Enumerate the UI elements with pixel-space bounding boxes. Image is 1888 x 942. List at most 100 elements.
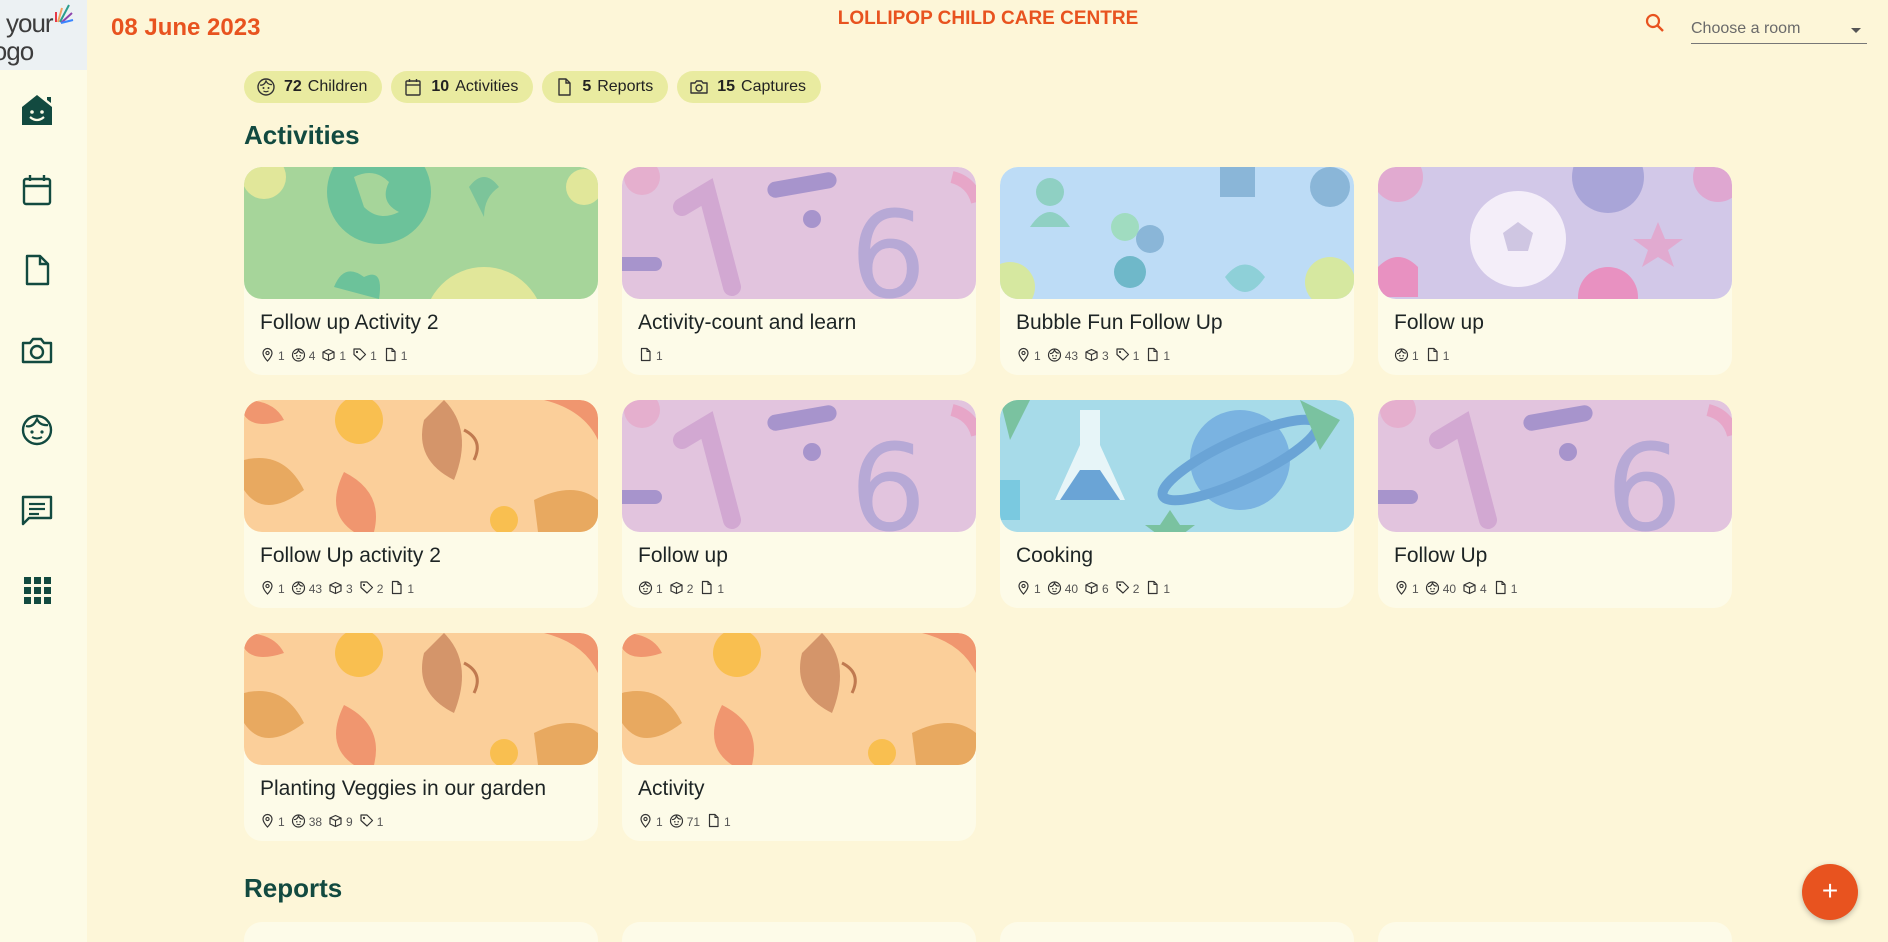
child-face-icon [638,580,653,598]
activity-card[interactable]: Cooking 1 40 6 2 1 [1000,400,1354,608]
meta-item: 2 [1115,580,1140,598]
meta-value: 1 [339,349,347,363]
meta-value: 1 [400,349,408,363]
activity-card-title: Activity [638,777,705,800]
meta-item: 1 [352,347,377,365]
meta-item: 1 [638,813,663,831]
activities-heading: Activities [244,120,360,150]
nav-apps-grid-icon[interactable] [19,572,55,608]
activity-card-image [1000,167,1354,299]
meta-value: 4 [1480,582,1487,596]
activity-card[interactable]: Follow Up activity 2 1 43 3 2 1 [244,400,598,608]
document-icon [383,347,398,365]
location-icon [260,813,275,831]
meta-item: 3 [328,580,353,598]
meta-item: 1 [1016,347,1041,365]
activity-card-title: Activity-count and learn [638,311,857,334]
child-face-icon [669,813,684,831]
sidebar: your logo here [0,0,87,942]
meta-item: 43 [291,580,322,598]
meta-value: 40 [1442,582,1457,596]
activity-card-meta: 1 4 1 1 1 [260,347,407,365]
activity-card-title: Follow up [638,544,728,567]
meta-value: 43 [1064,349,1079,363]
meta-value: 1 [724,815,731,829]
activity-card[interactable]: 6 Activity-count and learn 1 [622,167,976,375]
nav-document-icon[interactable] [19,252,55,288]
meta-value: 4 [308,349,316,363]
box-icon [328,580,343,598]
meta-value: 2 [686,582,694,596]
meta-value: 1 [656,815,663,829]
meta-item: 1 [1115,347,1139,365]
location-icon [1016,347,1031,365]
chip-count: 5 [582,78,592,95]
chip-reports[interactable]: 5 Reports [542,71,669,103]
nav-message-icon[interactable] [19,492,55,528]
meta-item: 1 [1493,580,1517,598]
activity-card-title: Follow up [1394,311,1484,334]
chip-captures[interactable]: 15 Captures [677,71,821,103]
nav-children-icon[interactable] [19,412,55,448]
nav-home-icon[interactable] [19,92,55,128]
activity-card-meta: 1 38 9 1 [260,813,383,831]
tag-icon [1115,580,1130,598]
meta-item: 1 [359,813,383,831]
activity-card-title: Bubble Fun Follow Up [1016,311,1223,334]
child-face-icon [291,580,306,598]
activity-card-image [1378,167,1732,299]
child-face-icon [257,78,275,96]
activity-card-title: Follow Up activity 2 [260,544,441,567]
meta-item: 1 [638,580,663,598]
room-select-placeholder: Choose a room [1691,20,1801,37]
chip-activities[interactable]: 10 Activities [391,71,534,103]
meta-item: 1 [638,347,663,365]
activity-card-image [244,633,598,765]
meta-value: 43 [308,582,323,596]
activity-card[interactable]: Activity 1 71 1 [622,633,976,841]
meta-value: 1 [717,582,725,596]
chip-label: Reports [597,78,654,95]
svg-text:6: 6 [1606,420,1682,532]
activity-card-image: 6 [622,400,976,532]
activity-card[interactable]: Follow up 1 1 [1378,167,1732,375]
meta-value: 6 [1102,582,1109,596]
meta-value: 40 [1064,582,1079,596]
activity-card-meta: 1 2 1 [638,580,724,598]
nav-calendar-icon[interactable] [19,172,55,208]
report-card[interactable] [244,922,598,942]
meta-value: 1 [1412,349,1419,363]
meta-value: 3 [346,582,353,596]
tag-icon [352,347,367,365]
activity-card-title: Follow up Activity 2 [260,311,439,334]
search-icon[interactable] [1644,12,1666,34]
meta-value: 1 [1163,349,1171,363]
activity-card-meta: 1 40 6 2 1 [1016,580,1170,598]
activity-card-title: Planting Veggies in our garden [260,777,547,800]
add-button[interactable]: + [1802,864,1858,920]
meta-item: 1 [699,580,724,598]
report-card[interactable] [622,922,976,942]
child-face-icon [291,347,306,365]
document-icon [558,78,572,96]
meta-item: 1 [1394,347,1419,365]
meta-value: 1 [278,815,285,829]
chip-count: 72 [284,78,302,95]
nav-camera-icon[interactable] [19,332,55,368]
activity-card[interactable]: Bubble Fun Follow Up 1 43 3 1 1 [1000,167,1354,375]
document-icon [638,347,653,365]
report-card[interactable] [1000,922,1354,942]
activity-card[interactable]: 6 Follow Up 1 40 4 1 [1378,400,1732,608]
child-face-icon [1425,580,1440,598]
activity-card-title: Cooking [1016,544,1094,567]
activity-card[interactable]: Follow up Activity 2 1 4 1 1 1 [244,167,598,375]
room-select[interactable]: Choose a room [1691,14,1867,44]
meta-item: 1 [1425,347,1449,365]
activity-card[interactable]: Planting Veggies in our garden 1 38 9 1 [244,633,598,841]
chip-children[interactable]: 72 Children [244,71,383,103]
meta-value: 3 [1102,349,1109,363]
report-card[interactable] [1378,922,1732,942]
activity-card[interactable]: 6 Follow up 1 2 1 [622,400,976,608]
meta-value: 2 [1132,582,1140,596]
meta-item: 1 [1145,347,1170,365]
